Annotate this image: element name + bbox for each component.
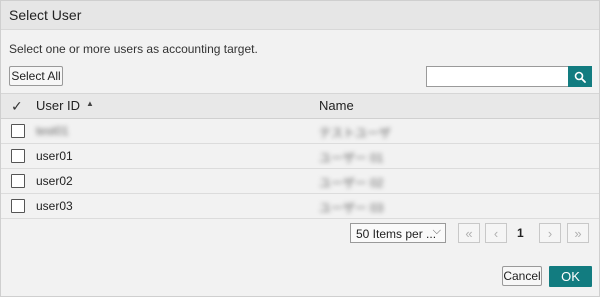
ok-button[interactable]: OK	[549, 266, 592, 287]
select-all-button[interactable]: Select All	[9, 66, 63, 86]
page-size-select[interactable]: 50 Items per ... ⌵	[350, 223, 446, 243]
first-page-button[interactable]: «	[458, 223, 480, 243]
table-row[interactable]: test01 テストユーザ	[1, 119, 599, 144]
next-page-button[interactable]: ›	[539, 223, 561, 243]
page-size-label: 50 Items per ...	[356, 227, 437, 241]
row-checkbox[interactable]	[11, 149, 25, 163]
header-checkmark-icon[interactable]: ✓	[11, 98, 23, 115]
current-page-number[interactable]: 1	[517, 226, 524, 240]
name-cell: ユーザー 01	[319, 151, 384, 165]
name-cell: ユーザー 02	[319, 176, 384, 190]
table-row[interactable]: user01 ユーザー 01	[1, 144, 599, 169]
search-input[interactable]	[426, 66, 568, 87]
prev-page-button[interactable]: ‹	[485, 223, 507, 243]
dialog-title: Select User	[9, 7, 82, 23]
row-checkbox[interactable]	[11, 174, 25, 188]
user-id-cell: test01	[36, 124, 69, 138]
dialog-titlebar: Select User	[1, 1, 599, 30]
cancel-button[interactable]: Cancel	[502, 266, 542, 286]
user-id-cell: user02	[36, 174, 73, 188]
chevron-down-icon: ⌵	[432, 225, 441, 237]
table-row[interactable]: user02 ユーザー 02	[1, 169, 599, 194]
user-id-cell: user03	[36, 199, 73, 213]
search-icon	[574, 71, 586, 83]
column-header-name[interactable]: Name	[319, 98, 354, 113]
row-checkbox[interactable]	[11, 199, 25, 213]
instruction-text: Select one or more users as accounting t…	[9, 42, 258, 56]
column-header-user-id[interactable]: User ID	[36, 98, 80, 113]
row-checkbox[interactable]	[11, 124, 25, 138]
search-button[interactable]	[568, 66, 592, 87]
name-cell: ユーザー 03	[319, 201, 384, 215]
table-row[interactable]: user03 ユーザー 03	[1, 194, 599, 219]
name-cell: テストユーザ	[319, 126, 391, 140]
user-id-cell: user01	[36, 149, 73, 163]
select-user-dialog: Select User Select one or more users as …	[0, 0, 600, 297]
last-page-button[interactable]: »	[567, 223, 589, 243]
table-header: ✓ User ID ▲ Name	[1, 93, 599, 119]
sort-ascending-icon[interactable]: ▲	[86, 99, 94, 108]
